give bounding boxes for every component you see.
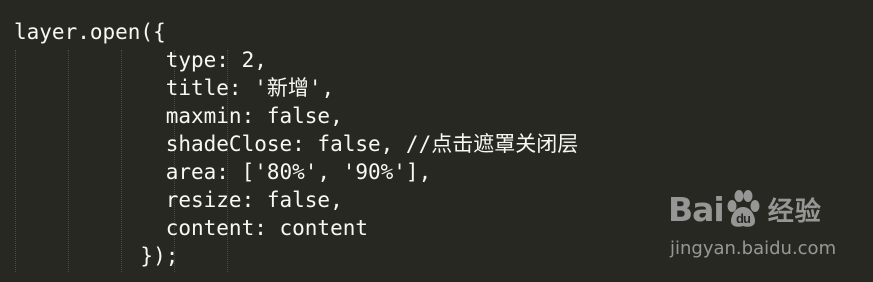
- watermark-url: jingyan.baidu.com: [670, 238, 837, 259]
- watermark-logo: Bai du 经验: [668, 186, 822, 232]
- code-editor[interactable]: layer.open({ type: 2, title: '新增', maxmi…: [0, 0, 873, 282]
- code-line: type: 2,: [14, 48, 267, 72]
- baidu-jingyan-watermark: Bai du 经验 jingyan.baidu.com: [668, 186, 868, 276]
- svg-text:du: du: [736, 211, 751, 226]
- code-line: area: ['80%', '90%'],: [14, 160, 432, 184]
- code-line: });: [14, 244, 179, 268]
- code-line: shadeClose: false, //点击遮罩关闭层: [14, 132, 579, 156]
- code-line: content: content: [14, 216, 369, 240]
- watermark-brand-right: 经验: [767, 196, 822, 227]
- watermark-brand-left: Bai: [668, 189, 725, 229]
- code-line: maxmin: false,: [14, 104, 343, 128]
- baidu-paw-icon: du: [727, 190, 760, 227]
- code-line: layer.open({: [14, 20, 166, 44]
- code-line: resize: false,: [14, 188, 343, 212]
- code-line: title: '新增',: [14, 76, 335, 100]
